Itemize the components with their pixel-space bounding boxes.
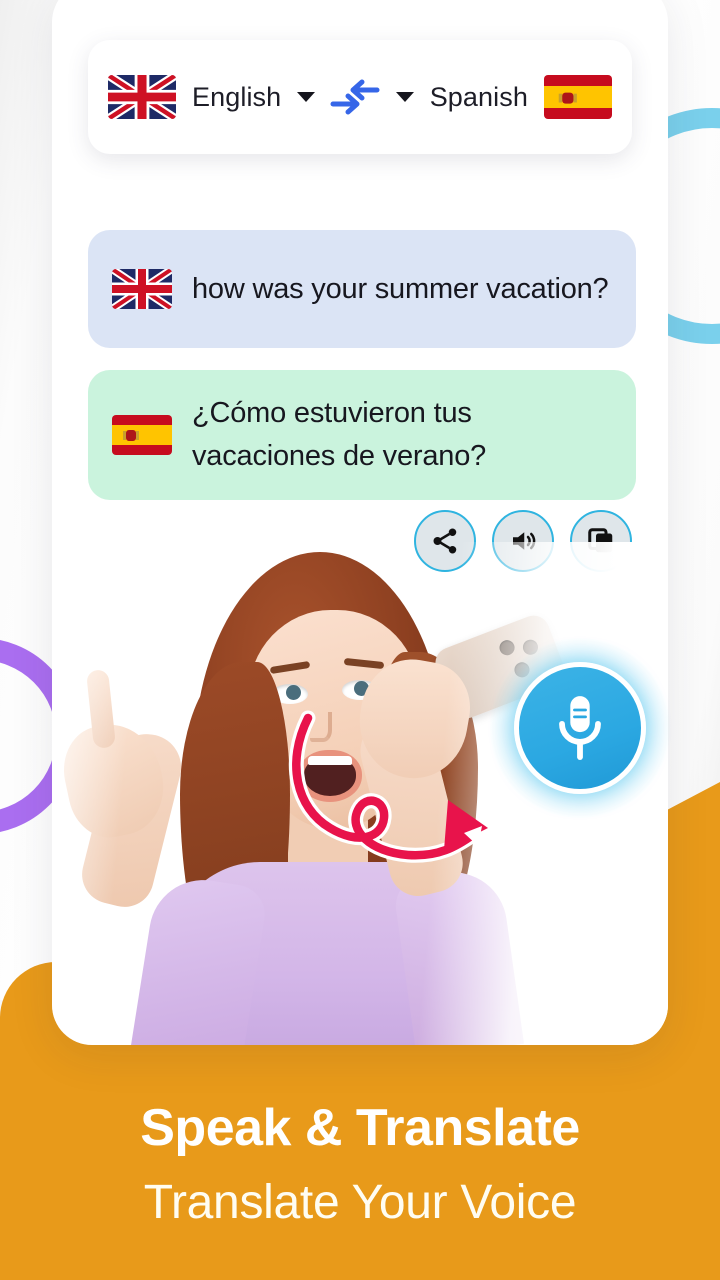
- flag-spain-icon: [543, 75, 612, 119]
- pupil-left: [286, 685, 301, 700]
- page-title: Speak & Translate: [140, 1099, 580, 1157]
- sleeve-left: [131, 872, 269, 1045]
- microphone-button[interactable]: [514, 662, 646, 794]
- language-selector-bar: English Spanish: [88, 40, 632, 154]
- page-subtitle: Translate Your Voice: [143, 1176, 577, 1229]
- source-language-label: English: [192, 81, 282, 112]
- translated-text-bubble[interactable]: ¿Cómo estuvieron tus vacaciones de veran…: [88, 370, 636, 500]
- swap-arrows-icon[interactable]: [327, 77, 383, 117]
- phone-screen-card: English Spanish how was your summer vaca…: [52, 0, 668, 1045]
- microphone-icon: [559, 696, 601, 760]
- flag-uk-icon: [108, 75, 176, 119]
- chevron-down-icon[interactable]: [297, 92, 316, 102]
- source-text: how was your summer vacation?: [192, 272, 609, 305]
- translated-text: ¿Cómo estuvieron tus vacaciones de veran…: [192, 397, 487, 472]
- target-language-selector[interactable]: Spanish: [395, 75, 612, 119]
- microphone-button-wrapper: [490, 638, 670, 818]
- chevron-down-icon[interactable]: [395, 92, 414, 102]
- target-language-label: Spanish: [429, 81, 528, 112]
- flag-spain-icon: [112, 415, 172, 455]
- source-language-selector[interactable]: English: [108, 75, 316, 119]
- source-text-bubble[interactable]: how was your summer vacation?: [88, 230, 636, 348]
- flag-uk-icon: [112, 269, 172, 309]
